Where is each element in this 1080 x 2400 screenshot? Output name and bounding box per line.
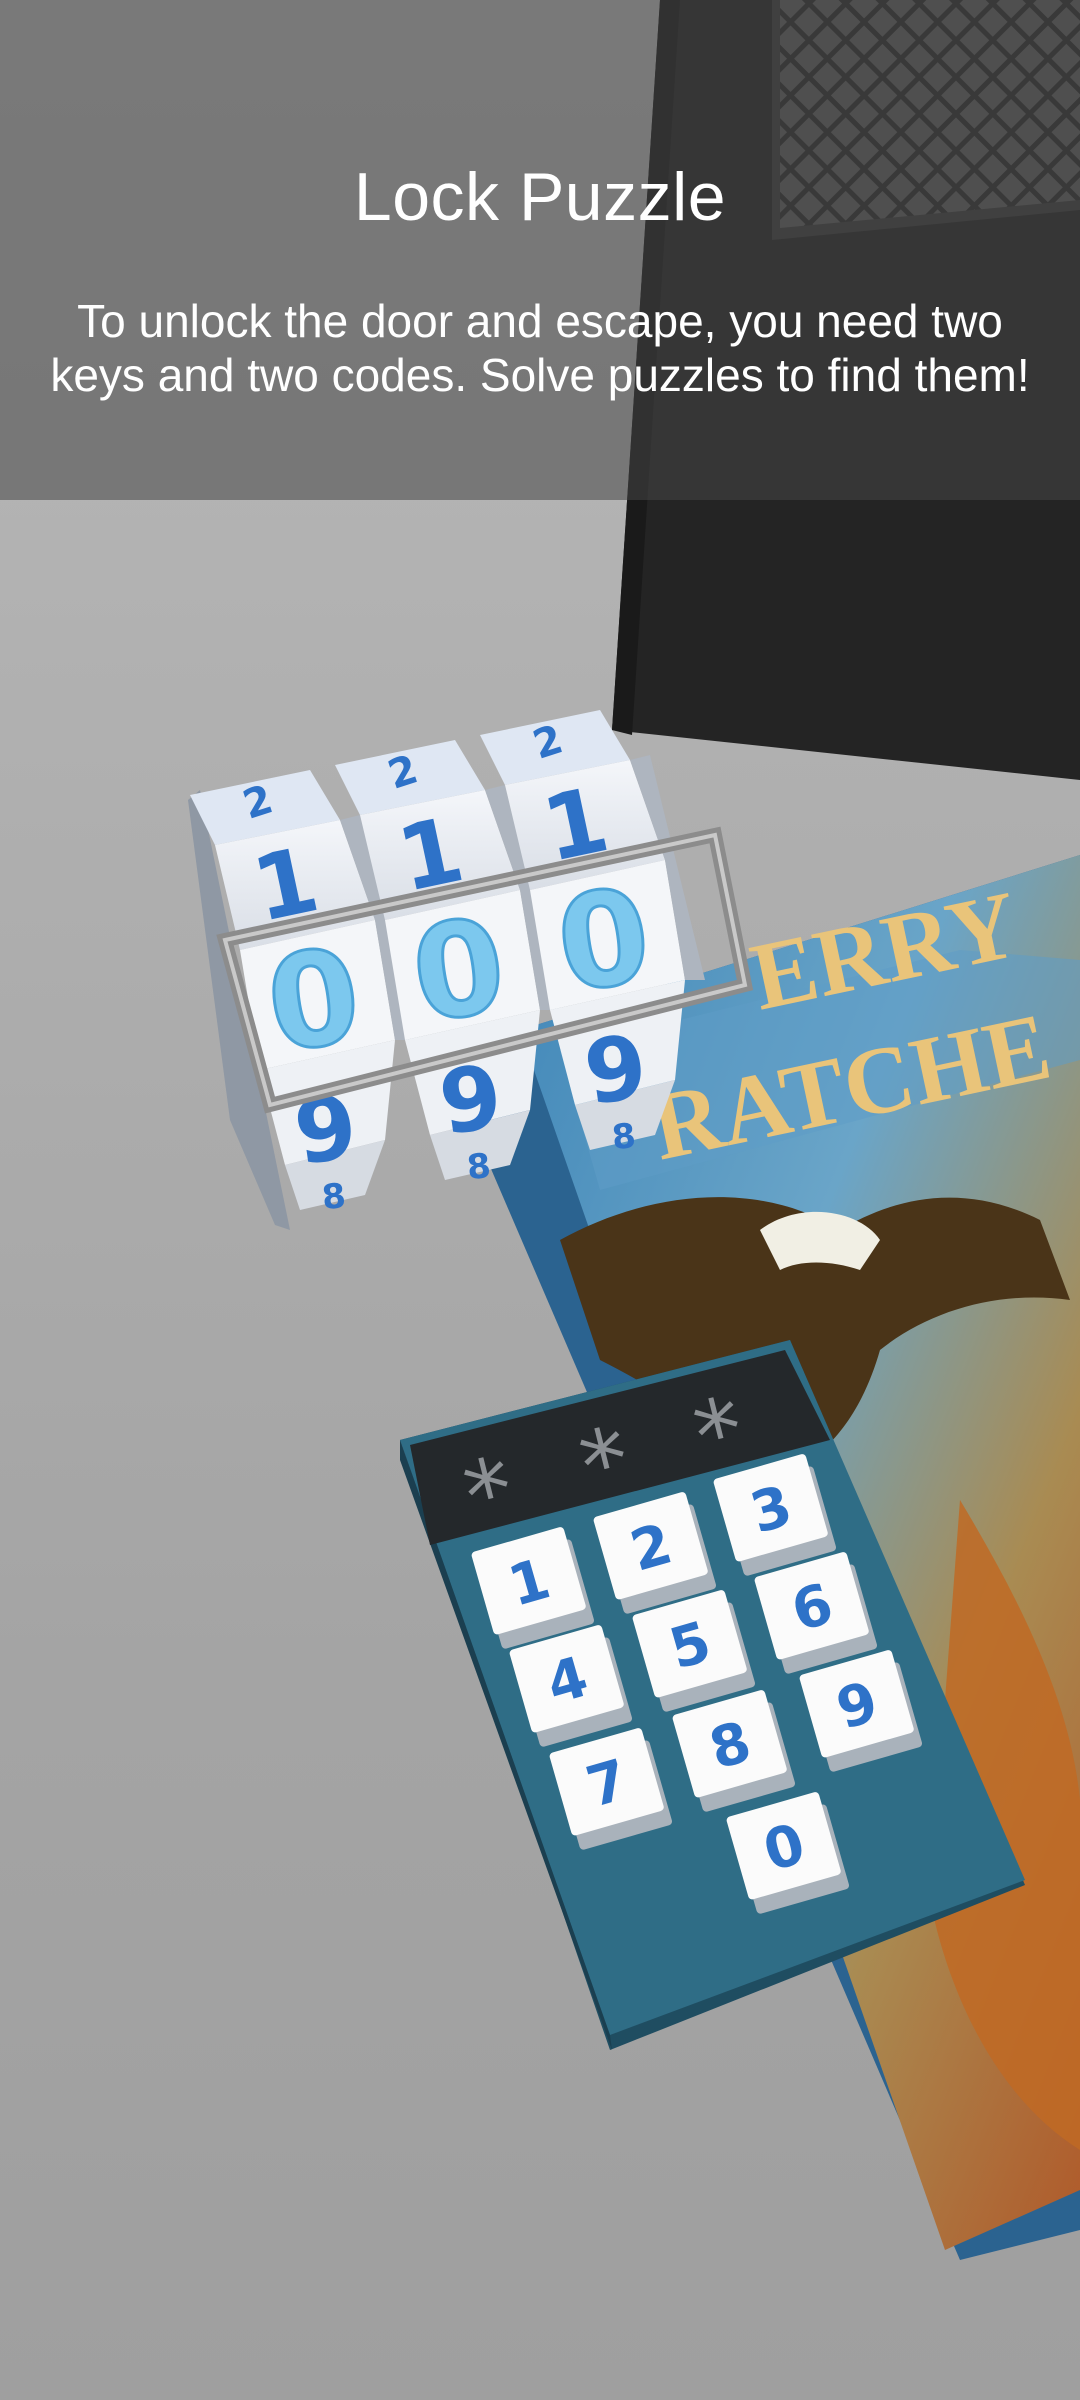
- reel-2-bottom-digit: 8: [465, 1146, 493, 1188]
- puzzle-title: Lock Puzzle: [353, 159, 727, 235]
- reel-3-bottom-digit: 8: [610, 1116, 638, 1158]
- puzzle-description: To unlock the door and escape, you need …: [50, 295, 1030, 401]
- reel-1-bottom-digit: 8: [320, 1176, 348, 1218]
- instruction-overlay: Lock Puzzle To unlock the door and escap…: [0, 0, 1080, 500]
